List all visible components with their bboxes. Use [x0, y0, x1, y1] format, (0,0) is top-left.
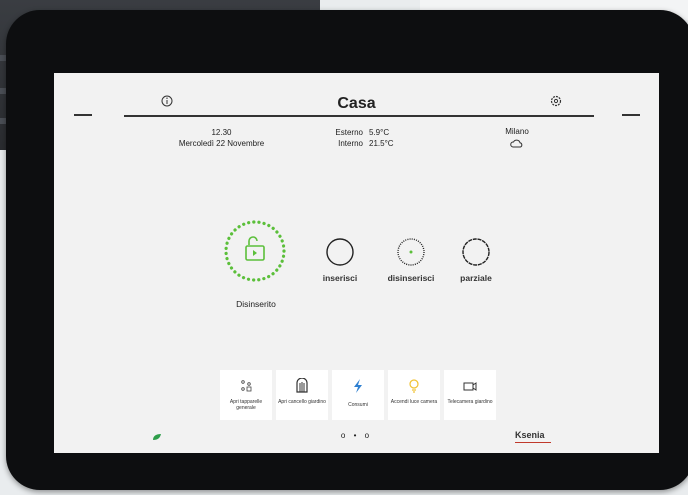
city-name: Milano — [505, 127, 529, 136]
mode-label: disinserisci — [387, 273, 435, 283]
blinds-icon — [241, 380, 252, 392]
header-divider — [124, 115, 594, 117]
page-indicator[interactable]: o • o — [54, 431, 659, 440]
shortcut-consumption[interactable]: Consumi — [332, 370, 384, 420]
shortcut-label: Accendi luce camera — [390, 399, 438, 405]
shortcut-camera[interactable]: Telecamera giardino — [444, 370, 496, 420]
mode-inserisci[interactable]: inserisci — [305, 237, 375, 283]
status-label: Disinserito — [236, 299, 276, 309]
shortcut-gate[interactable]: Apri cancello giardino — [276, 370, 328, 420]
cloud-icon — [510, 139, 523, 148]
shortcut-label: Apri tapparelle generale — [229, 399, 263, 411]
time-text: 12.30 — [211, 128, 232, 137]
tablet-device: Casa 12.30 Mercoledì 22 Novembre Esterno… — [6, 10, 688, 490]
shortcut-light[interactable]: Accendi luce camera — [388, 370, 440, 420]
unlocked-padlock-icon[interactable] — [223, 219, 287, 283]
date-text: Mercoledì 22 Novembre — [178, 139, 265, 148]
bulb-icon — [409, 379, 419, 393]
screen: Casa 12.30 Mercoledì 22 Novembre Esterno… — [54, 73, 659, 453]
disarm-icon — [397, 238, 425, 266]
mode-label: inserisci — [322, 273, 358, 283]
left-divider — [74, 114, 92, 116]
internal-value: 21.5°C — [369, 139, 394, 148]
page-title: Casa — [337, 95, 376, 112]
mode-parziale[interactable]: parziale — [441, 237, 511, 283]
shortcut-label: Apri cancello giardino — [278, 399, 326, 405]
temperature-panel: Esterno 5.9°C Interno 21.5°C — [330, 127, 394, 149]
internal-label: Interno — [338, 139, 363, 148]
mode-label: parziale — [460, 273, 492, 283]
weather-city: Milano — [502, 127, 532, 149]
partial-arm-icon — [462, 238, 490, 266]
datetime: 12.30 Mercoledì 22 Novembre — [154, 127, 289, 149]
brand-text: Ksenia — [515, 430, 545, 440]
lightning-icon — [354, 379, 362, 393]
camera-icon — [463, 382, 477, 391]
shortcut-label: Consumi — [348, 402, 368, 408]
brand-logo: Ksenia — [515, 430, 551, 443]
shortcut-blinds[interactable]: Apri tapparelle generale — [220, 370, 272, 420]
settings-icon[interactable] — [550, 95, 562, 107]
gate-icon — [296, 378, 308, 393]
external-label: Esterno — [335, 128, 363, 137]
arm-icon — [326, 238, 354, 266]
external-value: 5.9°C — [369, 128, 390, 137]
shortcut-label: Telecamera giardino — [447, 399, 493, 405]
mode-disinserisci[interactable]: disinserisci — [376, 237, 446, 283]
right-divider — [622, 114, 640, 116]
